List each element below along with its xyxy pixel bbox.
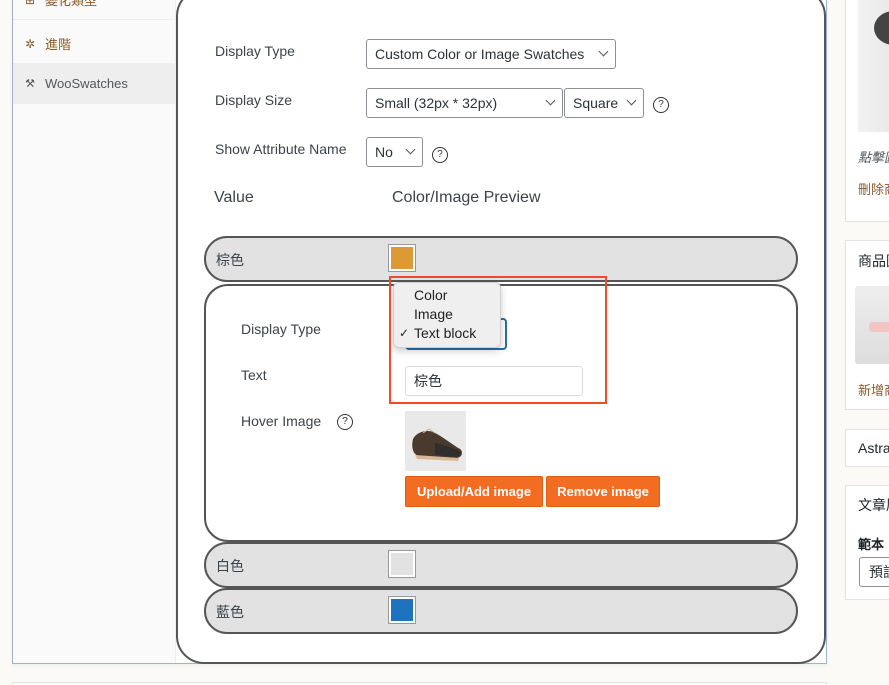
post-attributes-box: 文章屬 範本 預設 bbox=[845, 485, 889, 600]
hover-image-thumbnail bbox=[405, 411, 466, 471]
display-size-select[interactable]: Small (32px * 32px) bbox=[366, 88, 563, 118]
remove-product-image-link[interactable]: 刪除商 bbox=[858, 179, 889, 198]
tab-label: 變化類型 bbox=[45, 0, 98, 8]
attribute-row-white[interactable]: 白色 bbox=[204, 542, 798, 588]
template-label: 範本 bbox=[858, 537, 885, 552]
tab-label: 進階 bbox=[45, 37, 72, 52]
display-size-label: Display Size bbox=[215, 92, 293, 108]
product-image-box: 點擊圖 刪除商 bbox=[845, 0, 889, 222]
chevron-down-icon bbox=[598, 46, 609, 57]
product-gallery-box: 商品圖 新增商 bbox=[845, 240, 889, 410]
value-column-header: Value bbox=[214, 189, 254, 206]
add-gallery-image-link[interactable]: 新增商 bbox=[858, 380, 889, 399]
upload-image-button[interactable]: Upload/Add image bbox=[405, 476, 543, 507]
template-select[interactable]: 預設 bbox=[859, 557, 889, 587]
swatch-shape-select[interactable]: Square bbox=[564, 88, 644, 118]
astra-settings-box: Astra bbox=[845, 429, 889, 467]
post-attributes-title: 文章屬 bbox=[858, 497, 889, 513]
attribute-name: 藍色 bbox=[216, 604, 244, 620]
product-data-tabs: ⊞ 變化類型 ✲ 進階 ⚒ WooSwatches bbox=[13, 0, 176, 663]
product-image[interactable] bbox=[858, 0, 889, 132]
display-size-value: Small (32px * 32px) bbox=[375, 95, 498, 111]
gear-icon: ✲ bbox=[24, 36, 36, 51]
tab-label: WooSwatches bbox=[45, 76, 128, 91]
help-icon[interactable]: ? bbox=[653, 97, 669, 113]
preview-column-header: Color/Image Preview bbox=[392, 189, 541, 206]
help-icon[interactable]: ? bbox=[337, 414, 353, 430]
swatch-fill bbox=[391, 247, 413, 269]
show-attribute-name-select[interactable]: No bbox=[366, 137, 423, 167]
color-swatch[interactable] bbox=[388, 244, 416, 272]
tab-variations[interactable]: ⊞ 變化類型 bbox=[13, 0, 176, 20]
attribute-name: 白色 bbox=[216, 558, 244, 574]
product-image-shape bbox=[874, 11, 889, 45]
tab-wooswatches[interactable]: ⚒ WooSwatches bbox=[13, 64, 176, 104]
attribute-name: 棕色 bbox=[216, 252, 244, 268]
chevron-down-icon bbox=[545, 95, 556, 106]
swatch-shape-value: Square bbox=[573, 95, 619, 111]
swatch-fill bbox=[391, 599, 413, 621]
gallery-title: 商品圖 bbox=[858, 253, 889, 269]
gallery-image[interactable] bbox=[855, 286, 889, 364]
detail-display-type-label: Display Type bbox=[241, 321, 321, 337]
astra-title[interactable]: Astra bbox=[858, 440, 889, 456]
chevron-down-icon bbox=[626, 95, 637, 106]
tab-advanced[interactable]: ✲ 進階 bbox=[13, 24, 176, 64]
image-caption: 點擊圖 bbox=[858, 150, 889, 165]
chevron-down-icon bbox=[405, 144, 416, 155]
shoe-image bbox=[405, 411, 466, 471]
display-type-select[interactable]: Custom Color or Image Swatches bbox=[366, 39, 616, 69]
display-type-value: Custom Color or Image Swatches bbox=[375, 46, 585, 62]
attribute-row-blue[interactable]: 藍色 bbox=[204, 588, 798, 634]
color-swatch[interactable] bbox=[388, 550, 416, 578]
help-icon[interactable]: ? bbox=[432, 147, 448, 163]
text-label: Text bbox=[241, 367, 267, 383]
gallery-image-shape bbox=[869, 322, 889, 332]
hover-image-label: Hover Image bbox=[241, 413, 322, 429]
remove-image-button[interactable]: Remove image bbox=[546, 476, 660, 507]
wrench-icon: ⚒ bbox=[25, 78, 35, 90]
show-attribute-name-value: No bbox=[375, 144, 393, 160]
display-type-label: Display Type bbox=[215, 43, 295, 59]
annotation-highlight-box bbox=[389, 276, 607, 404]
swatch-fill bbox=[391, 553, 413, 575]
grid-icon: ⊞ bbox=[23, 0, 37, 7]
color-swatch[interactable] bbox=[388, 596, 416, 624]
show-attribute-name-label: Show Attribute Name bbox=[215, 141, 347, 157]
